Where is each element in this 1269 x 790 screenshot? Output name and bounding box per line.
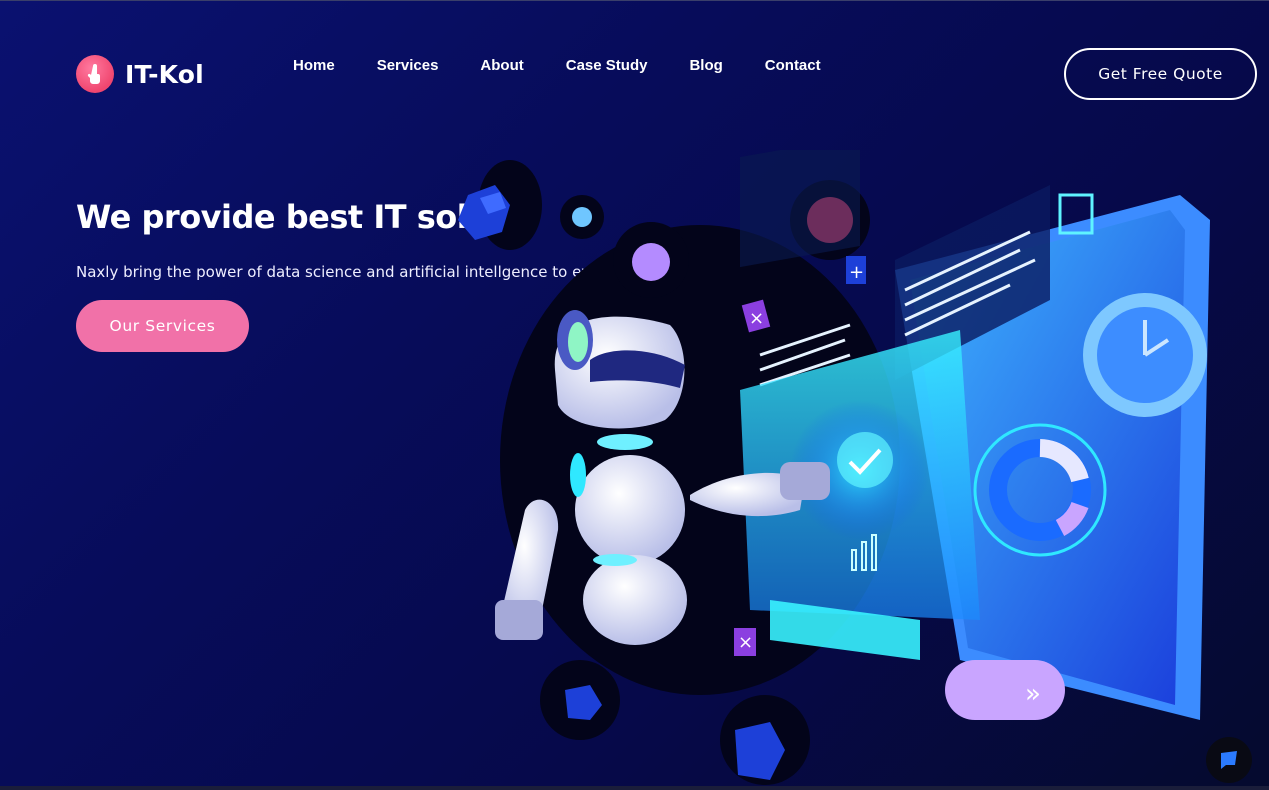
svg-text:×: × bbox=[749, 308, 764, 329]
purple-orb bbox=[632, 243, 670, 281]
svg-text:+: + bbox=[849, 262, 864, 283]
bottom-border bbox=[0, 786, 1269, 790]
nav-item-case-study[interactable]: Case Study bbox=[566, 57, 648, 74]
brand-name: IT-Kol bbox=[125, 59, 204, 89]
robot-torso bbox=[575, 455, 685, 565]
nav-item-home[interactable]: Home bbox=[293, 57, 335, 74]
brand-logo[interactable]: IT-Kol bbox=[76, 55, 204, 93]
chat-icon bbox=[1221, 751, 1237, 769]
svg-text:»: » bbox=[1025, 679, 1041, 709]
blue-orb bbox=[572, 207, 592, 227]
nav-item-about[interactable]: About bbox=[480, 57, 523, 74]
our-services-button[interactable]: Our Services bbox=[76, 300, 249, 352]
robot-illustration: » × × + bbox=[458, 150, 1210, 785]
get-free-quote-button[interactable]: Get Free Quote bbox=[1064, 48, 1257, 100]
nav-item-services[interactable]: Services bbox=[377, 57, 439, 74]
top-border bbox=[0, 0, 1269, 1]
toggle-switch bbox=[945, 660, 1065, 720]
nav-item-contact[interactable]: Contact bbox=[765, 57, 821, 74]
chat-button[interactable] bbox=[1206, 737, 1252, 783]
main-nav: Home Services About Case Study Blog Cont… bbox=[293, 57, 863, 74]
svg-text:×: × bbox=[738, 632, 753, 653]
robot-lower bbox=[583, 555, 687, 645]
hand-tap-icon bbox=[76, 55, 114, 93]
nav-item-blog[interactable]: Blog bbox=[689, 57, 722, 74]
